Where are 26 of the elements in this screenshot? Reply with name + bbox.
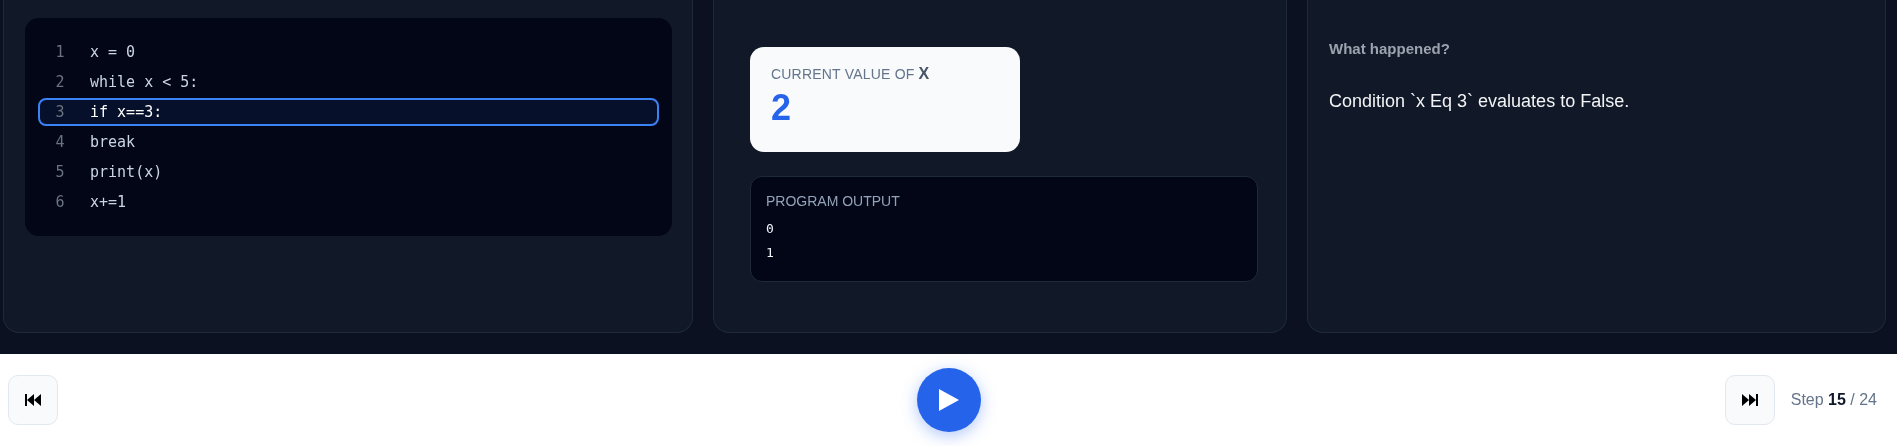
code-text: break bbox=[90, 133, 136, 151]
output-line: 1 bbox=[766, 244, 775, 262]
step-counter: Step 15 / 24 bbox=[1790, 391, 1877, 409]
line-number: 2 bbox=[54, 73, 66, 91]
output-title: PROGRAM OUTPUT bbox=[766, 193, 901, 209]
play-button[interactable] bbox=[916, 368, 981, 432]
explanation-text: Condition `x Eq 3` evaluates to False. bbox=[1329, 91, 1631, 112]
code-text: while x < 5: bbox=[90, 73, 199, 91]
line-number: 5 bbox=[54, 163, 66, 181]
line-number: 6 bbox=[54, 193, 66, 211]
skip-forward-button[interactable] bbox=[1724, 375, 1775, 425]
line-number: 3 bbox=[54, 103, 66, 121]
explanation-title: What happened? bbox=[1329, 40, 1451, 57]
output-line: 0 bbox=[766, 220, 775, 238]
skip-back-icon bbox=[25, 393, 41, 407]
code-text: if x==3: bbox=[90, 103, 163, 121]
variable-label: CURRENT VALUE OF X bbox=[771, 65, 931, 83]
code-text: print(x) bbox=[90, 163, 163, 181]
code-text: x+=1 bbox=[90, 193, 127, 211]
code-text: x = 0 bbox=[90, 43, 136, 61]
line-number: 1 bbox=[54, 43, 66, 61]
variable-value: 2 bbox=[771, 87, 793, 129]
play-icon bbox=[938, 389, 959, 411]
skip-forward-icon bbox=[1741, 393, 1758, 407]
skip-back-button[interactable] bbox=[8, 375, 58, 425]
line-number: 4 bbox=[54, 133, 66, 151]
